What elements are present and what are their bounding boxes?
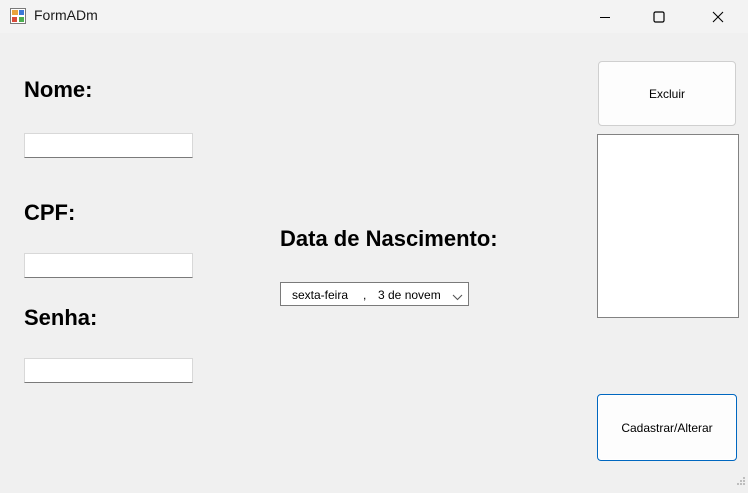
cpf-input[interactable] [24,253,193,278]
nome-label: Nome: [24,77,93,102]
title-bar[interactable]: FormADm [0,0,748,33]
chevron-down-icon[interactable] [452,290,463,304]
minimize-icon [599,11,611,23]
nome-input[interactable] [24,133,193,158]
cadastrar-alterar-button[interactable]: Cadastrar/Alterar [597,394,737,461]
form-window: FormADm Nome: CPF: Senha: Data de Nascim… [0,0,748,493]
date-value-text: 3 de novem [378,288,441,302]
window-title: FormADm [34,7,98,23]
data-nascimento-picker[interactable]: sexta-feira , 3 de novem [280,282,469,306]
app-icon [10,8,26,24]
cpf-label: CPF: [24,200,76,225]
date-separator: , [363,288,367,302]
date-day-text: sexta-feira [292,288,349,302]
resize-grip-icon[interactable] [736,473,746,491]
users-listbox[interactable] [597,134,739,318]
minimize-button[interactable] [582,0,628,33]
close-icon [712,11,724,23]
maximize-button[interactable] [636,0,682,33]
senha-label: Senha: [24,305,98,330]
close-button[interactable] [695,0,741,33]
data-nascimento-label: Data de Nascimento: [280,226,498,251]
excluir-button[interactable]: Excluir [598,61,736,126]
senha-input[interactable] [24,358,193,383]
maximize-icon [653,10,665,23]
